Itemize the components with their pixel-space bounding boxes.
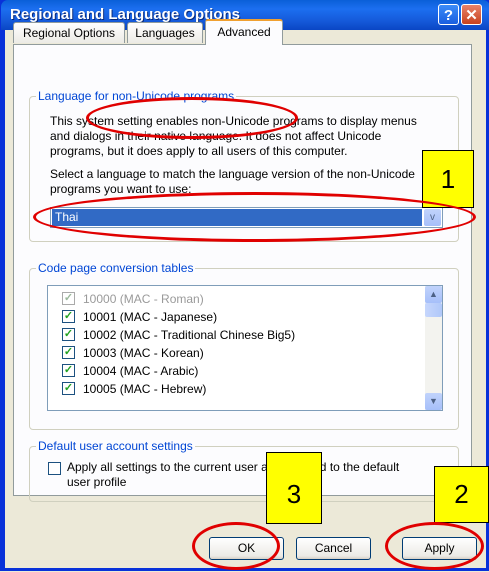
callout-3: 3 [266, 452, 322, 524]
list-item-label: 10003 (MAC - Korean) [83, 346, 204, 360]
callout-2: 2 [434, 466, 489, 523]
list-item-label: 10000 (MAC - Roman) [83, 292, 204, 306]
cancel-button[interactable]: Cancel [296, 537, 371, 560]
checkbox-checked: ✓ [62, 292, 75, 305]
tab-languages[interactable]: Languages [127, 22, 203, 43]
help-button[interactable]: ? [438, 4, 459, 25]
apply-button[interactable]: Apply [402, 537, 477, 560]
apply-defaults-label-line-2: user profile [67, 475, 127, 489]
checkbox-checked[interactable]: ✓ [62, 382, 75, 395]
apply-defaults-checkbox[interactable] [48, 462, 61, 475]
list-item-label: 10001 (MAC - Japanese) [83, 310, 218, 324]
language-prompt-line-2: programs you want to use: [50, 182, 192, 196]
scroll-thumb[interactable] [425, 303, 442, 317]
callout-1: 1 [422, 150, 474, 208]
checkbox-checked[interactable]: ✓ [62, 346, 75, 359]
nonunicode-description-line-1: This system setting enables non-Unicode … [50, 114, 417, 128]
language-select-value: Thai [52, 209, 422, 226]
checkbox-checked[interactable]: ✓ [62, 310, 75, 323]
nonunicode-description-line-3: programs, but it does apply to all users… [50, 144, 348, 158]
apply-defaults-label-line-1: Apply all settings to the current user a… [67, 460, 400, 474]
list-item-label: 10005 (MAC - Hebrew) [83, 382, 207, 396]
checkbox-checked[interactable]: ✓ [62, 364, 75, 377]
nonunicode-group-label: Language for non-Unicode programs [36, 89, 237, 103]
ok-button[interactable]: OK [209, 537, 284, 560]
codepage-listbox[interactable]: ✓ 10000 (MAC - Roman) ✓ 10001 (MAC - Jap… [47, 285, 443, 411]
checkbox-checked[interactable]: ✓ [62, 328, 75, 341]
codepage-group-label: Code page conversion tables [36, 261, 196, 275]
tab-advanced[interactable]: Advanced [205, 19, 283, 45]
chevron-down-icon[interactable]: v [424, 209, 441, 226]
list-item-label: 10004 (MAC - Arabic) [83, 364, 199, 378]
tab-regional-options[interactable]: Regional Options [13, 22, 125, 43]
language-select[interactable]: Thai v [50, 207, 443, 228]
default-user-group-label: Default user account settings [36, 439, 195, 453]
list-item-label: 10002 (MAC - Traditional Chinese Big5) [83, 328, 296, 342]
close-button[interactable]: ✕ [461, 4, 482, 25]
scroll-down-icon[interactable]: ▼ [425, 393, 442, 410]
language-prompt-line-1: Select a language to match the language … [50, 167, 415, 181]
nonunicode-description-line-2: and dialogs in their native language. It… [50, 129, 382, 143]
listbox-scrollbar[interactable]: ▲ ▼ [425, 286, 442, 410]
scroll-up-icon[interactable]: ▲ [425, 286, 442, 303]
